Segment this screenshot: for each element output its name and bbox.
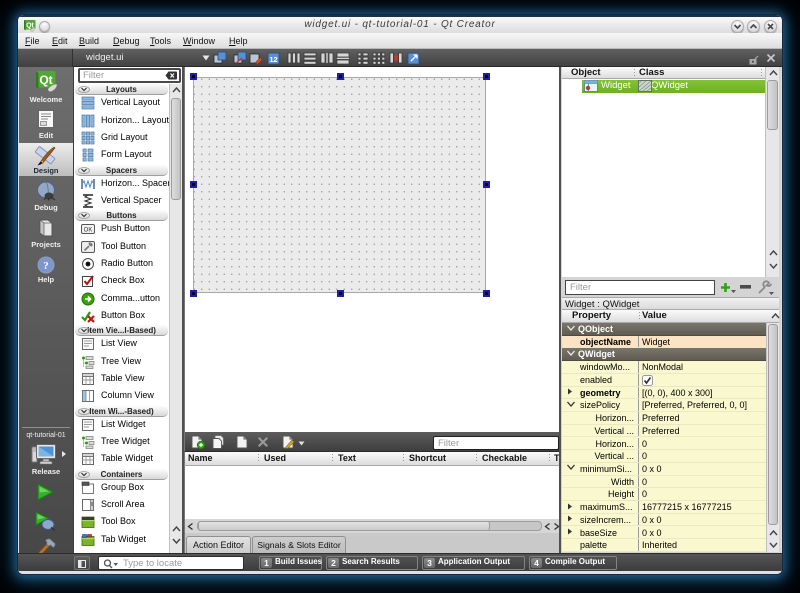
svg-text:?: ? — [43, 260, 49, 272]
svg-text:Qt: Qt — [39, 73, 52, 87]
svg-text:OK: OK — [84, 228, 93, 234]
svg-text:12: 12 — [269, 55, 277, 64]
